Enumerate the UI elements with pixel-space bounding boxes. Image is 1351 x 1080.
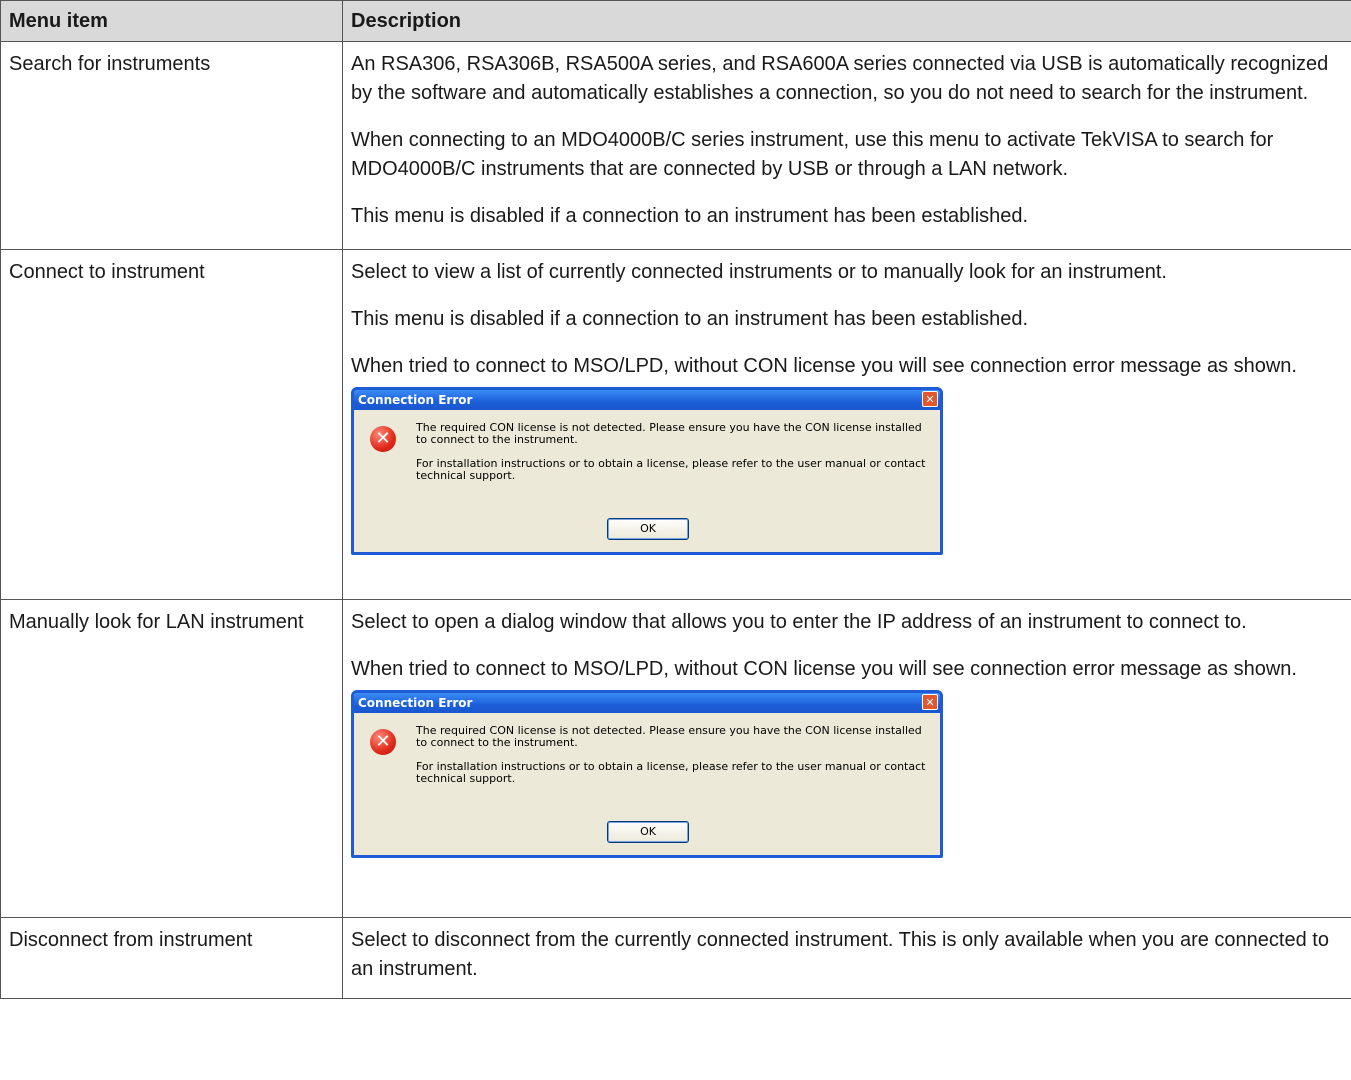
- menu-description-table: Menu item Description Search for instrum…: [0, 0, 1351, 999]
- dialog-message: The required CON license is not detected…: [416, 422, 936, 482]
- table-row: Disconnect from instrument Select to dis…: [0, 917, 1351, 999]
- description-paragraph: When tried to connect to MSO/LPD, withou…: [351, 658, 1297, 680]
- table-row: Manually look for LAN instrument Select …: [0, 599, 1351, 918]
- table-header-row: Menu item Description: [0, 0, 1351, 42]
- dialog-message-line2: For installation instructions or to obta…: [416, 760, 926, 785]
- menu-item-cell: Disconnect from instrument: [0, 917, 343, 999]
- dialog-message-line2: For installation instructions or to obta…: [416, 457, 926, 482]
- menu-item-cell: Connect to instrument: [0, 249, 343, 600]
- header-menu-item: Menu item: [0, 0, 343, 42]
- description-paragraph: When connecting to an MDO4000B/C series …: [351, 129, 1274, 180]
- description-cell: Select to open a dialog window that allo…: [342, 599, 1351, 918]
- dialog-title: Connection Error: [358, 393, 473, 407]
- table-row: Connect to instrument Select to view a l…: [0, 249, 1351, 600]
- menu-item-cell: Search for instruments: [0, 41, 343, 250]
- description-paragraph: This menu is disabled if a connection to…: [351, 205, 1029, 227]
- dialog-message-line1: The required CON license is not detected…: [416, 421, 922, 446]
- description-cell: Select to view a list of currently conne…: [342, 249, 1351, 600]
- ok-button: OK: [607, 821, 689, 843]
- dialog-titlebar: Connection Error ✕: [354, 390, 940, 410]
- error-icon: ✕: [370, 426, 396, 452]
- description-paragraph: Select to open a dialog window that allo…: [351, 611, 1247, 633]
- menu-item-cell: Manually look for LAN instrument: [0, 599, 343, 918]
- dialog-body: ✕ The required CON license is not detect…: [354, 410, 940, 552]
- description-paragraph: An RSA306, RSA306B, RSA500A series, and …: [351, 53, 1329, 104]
- description-paragraph: When tried to connect to MSO/LPD, withou…: [351, 355, 1297, 377]
- close-icon: ✕: [922, 694, 938, 710]
- description-paragraph: Select to view a list of currently conne…: [351, 261, 1167, 283]
- close-icon: ✕: [922, 391, 938, 407]
- connection-error-dialog-screenshot: Connection Error ✕ ✕ The required CON li…: [351, 690, 943, 858]
- dialog-titlebar: Connection Error ✕: [354, 693, 940, 713]
- ok-button: OK: [607, 518, 689, 540]
- dialog-message: The required CON license is not detected…: [416, 725, 936, 785]
- header-description: Description: [342, 0, 1351, 42]
- description-paragraph: This menu is disabled if a connection to…: [351, 308, 1029, 330]
- description-cell: An RSA306, RSA306B, RSA500A series, and …: [342, 41, 1351, 250]
- dialog-body: ✕ The required CON license is not detect…: [354, 713, 940, 855]
- dialog-message-line1: The required CON license is not detected…: [416, 724, 922, 749]
- description-cell: Select to disconnect from the currently …: [342, 917, 1351, 999]
- description-paragraph: Select to disconnect from the currently …: [351, 929, 1329, 980]
- table-row: Search for instruments An RSA306, RSA306…: [0, 41, 1351, 250]
- dialog-title: Connection Error: [358, 696, 473, 710]
- error-icon: ✕: [370, 729, 396, 755]
- connection-error-dialog-screenshot: Connection Error ✕ ✕ The required CON li…: [351, 387, 943, 555]
